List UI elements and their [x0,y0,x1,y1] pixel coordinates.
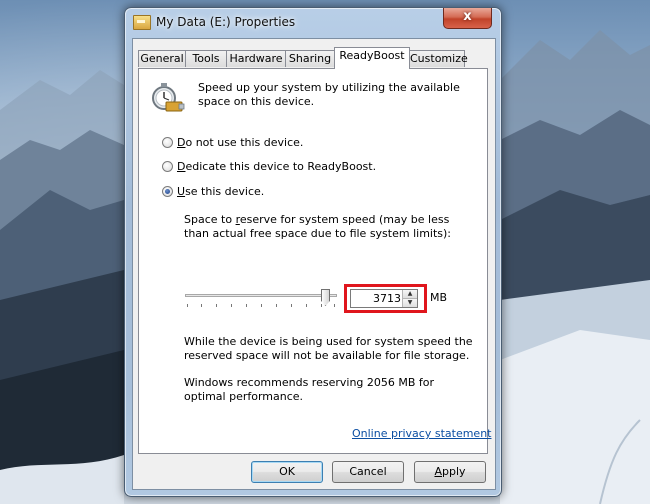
slider-tick [334,304,335,307]
close-icon: x [463,9,472,24]
slider-tick [321,304,322,307]
reserve-size-spinbox[interactable]: 3713 ▲ ▼ [350,289,418,308]
option-dedicate-label[interactable]: Dedicate this device to ReadyBoost. [177,160,376,174]
stopwatch-usb-icon [152,83,185,112]
tab-hardware[interactable]: Hardware [226,50,286,67]
title-bar[interactable]: My Data (E:) Properties x [125,8,501,38]
reserve-space-label: Space to reserve for system speed (may b… [184,213,452,240]
window-title: My Data (E:) Properties [156,15,296,29]
radio-dedicate[interactable] [162,161,173,172]
reserve-space-slider[interactable] [185,289,340,313]
slider-track[interactable] [185,294,337,297]
option-use-device-label[interactable]: Use this device. [177,185,264,199]
spin-down-button[interactable]: ▼ [403,299,417,307]
drive-icon [133,15,151,30]
dialog-client-area: General Tools Hardware Sharing ReadyBoos… [132,38,496,490]
tab-tools[interactable]: Tools [185,50,227,67]
readyboost-tab-page: Speed up your system by utilizing the av… [138,68,491,454]
privacy-statement-link[interactable]: Online privacy statement [352,427,491,440]
slider-tick [201,304,202,307]
radio-use-device[interactable] [162,186,173,197]
intro-text: Speed up your system by utilizing the av… [198,81,460,108]
radio-do-not-use[interactable] [162,137,173,148]
close-button[interactable]: x [443,8,492,29]
slider-thumb[interactable] [321,289,330,306]
spin-up-button[interactable]: ▲ [403,290,417,299]
slider-tick [276,304,277,307]
slider-tick [261,304,262,307]
slider-tick [231,304,232,307]
properties-dialog: My Data (E:) Properties x General Tools … [124,7,502,497]
tab-general[interactable]: General [138,50,186,67]
tab-readyboost[interactable]: ReadyBoost [334,47,410,69]
spin-buttons: ▲ ▼ [402,290,417,307]
tab-strip: General Tools Hardware Sharing ReadyBoos… [138,47,490,69]
slider-tick [306,304,307,307]
ok-button[interactable]: OK [251,461,323,483]
unit-label: MB [430,291,448,304]
slider-tick [187,304,188,307]
recommendation-text: Windows recommends reserving 2056 MB for… [184,376,435,403]
reserve-size-value[interactable]: 3713 [353,292,401,305]
apply-button[interactable]: Apply [414,461,486,483]
option-do-not-use-label[interactable]: Do not use this device. [177,136,303,150]
slider-tick [291,304,292,307]
slider-tick [246,304,247,307]
tab-sharing[interactable]: Sharing [285,50,335,67]
slider-tick [216,304,217,307]
cancel-button[interactable]: Cancel [332,461,404,483]
tab-customize[interactable]: Customize [409,50,468,67]
storage-note: While the device is being used for syste… [184,335,473,362]
